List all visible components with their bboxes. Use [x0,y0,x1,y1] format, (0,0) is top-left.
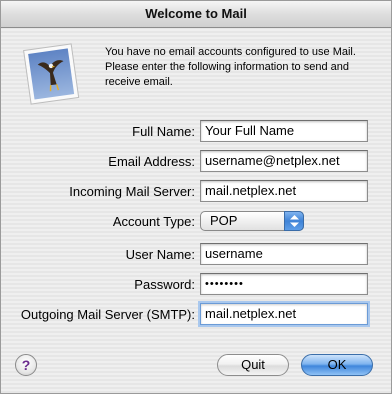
password-field[interactable]: •••••••• [200,273,368,295]
question-mark-icon: ? [21,357,31,373]
email-address-label: Email Address: [108,154,195,169]
account-type-popup[interactable]: POP [200,211,304,231]
outgoing-server-field[interactable]: mail.netplex.net [200,303,368,325]
password-label: Password: [134,277,195,292]
ok-button[interactable]: OK [301,354,373,376]
row-email-address: Email Address: username@netplex.net [1,150,392,174]
user-name-label: User Name: [125,247,195,262]
row-incoming-server: Incoming Mail Server: mail.netplex.net [1,180,392,204]
email-address-field[interactable]: username@netplex.net [200,150,368,172]
outgoing-server-label: Outgoing Mail Server (SMTP): [20,307,195,322]
user-name-field[interactable]: username [200,243,368,265]
row-outgoing-server: Outgoing Mail Server (SMTP): mail.netple… [1,303,392,327]
account-type-label: Account Type: [112,214,195,229]
incoming-server-field[interactable]: mail.netplex.net [200,180,368,202]
full-name-label: Full Name: [132,124,195,139]
intro-text: You have no email accounts configured to… [105,46,356,88]
full-name-field[interactable]: Your Full Name [200,120,368,142]
quit-button[interactable]: Quit [217,354,289,376]
account-type-value: POP [210,213,238,228]
row-password: Password: •••••••• [1,273,392,297]
row-user-name: User Name: username [1,243,392,267]
window-title: Welcome to Mail [1,1,391,28]
help-button[interactable]: ? [15,354,37,376]
row-full-name: Full Name: Your Full Name [1,120,392,144]
mail-stamp-icon [19,41,83,105]
updown-arrows-icon [284,211,304,231]
welcome-to-mail-window: Welcome to Mail You have no email accoun… [0,0,392,394]
row-account-type: Account Type: POP [1,210,392,234]
incoming-server-label: Incoming Mail Server: [69,184,195,199]
